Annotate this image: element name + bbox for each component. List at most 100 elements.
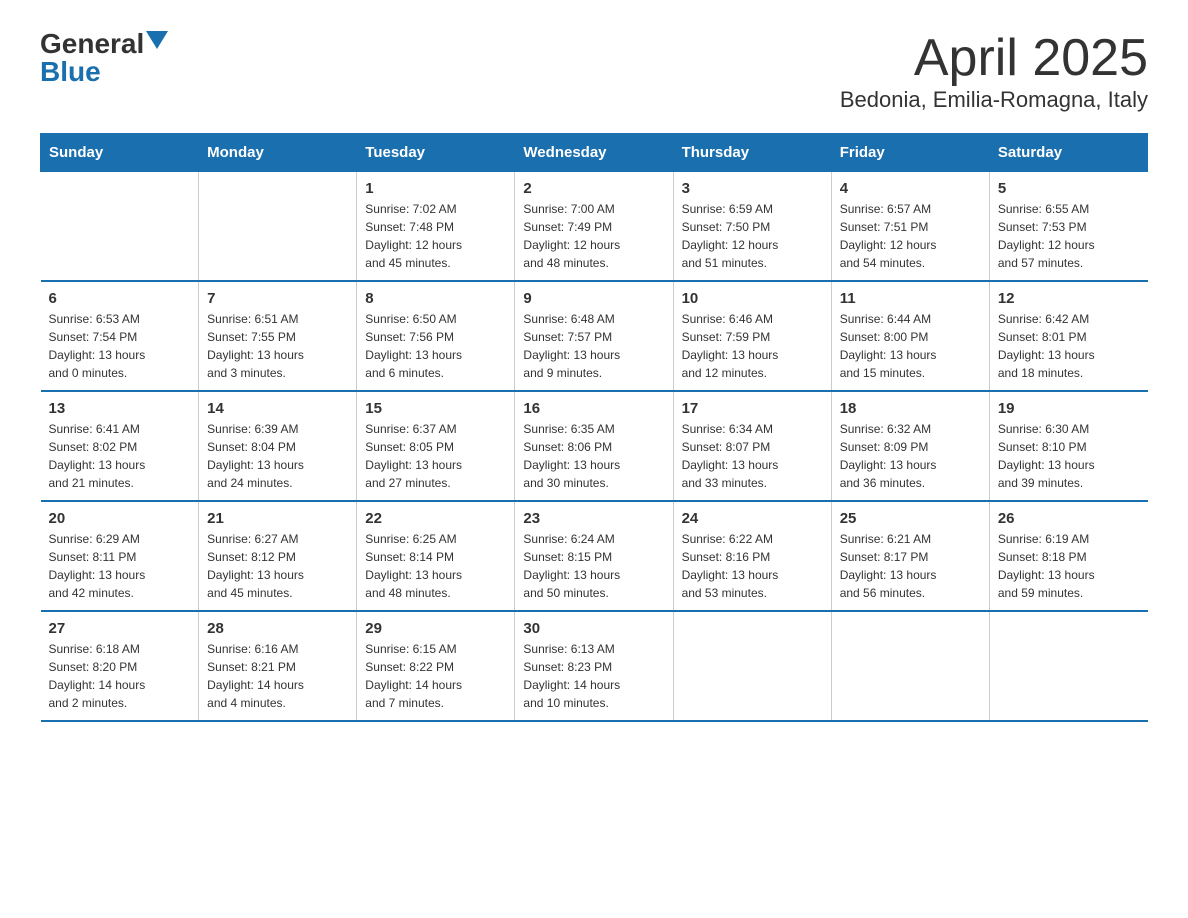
day-number: 13 [49, 400, 191, 417]
logo-general: General [40, 30, 144, 58]
day-info: Sunrise: 6:32 AM Sunset: 8:09 PM Dayligh… [840, 420, 981, 492]
day-info: Sunrise: 6:44 AM Sunset: 8:00 PM Dayligh… [840, 310, 981, 382]
day-info: Sunrise: 6:18 AM Sunset: 8:20 PM Dayligh… [49, 640, 191, 712]
day-number: 28 [207, 620, 348, 637]
location: Bedonia, Emilia-Romagna, Italy [840, 87, 1148, 113]
day-cell: 7 Sunrise: 6:51 AM Sunset: 7:55 PM Daylig… [199, 281, 357, 391]
day-info: Sunrise: 6:41 AM Sunset: 8:02 PM Dayligh… [49, 420, 191, 492]
day-cell: 14 Sunrise: 6:39 AM Sunset: 8:04 PM Dayli… [199, 391, 357, 501]
day-info: Sunrise: 6:30 AM Sunset: 8:10 PM Dayligh… [998, 420, 1140, 492]
day-info: Sunrise: 6:53 AM Sunset: 7:54 PM Dayligh… [49, 310, 191, 382]
logo-blue: Blue [40, 58, 101, 86]
day-number: 10 [682, 290, 823, 307]
day-number: 4 [840, 180, 981, 197]
day-info: Sunrise: 6:15 AM Sunset: 8:22 PM Dayligh… [365, 640, 506, 712]
day-number: 11 [840, 290, 981, 307]
day-info: Sunrise: 6:51 AM Sunset: 7:55 PM Dayligh… [207, 310, 348, 382]
day-cell: 25 Sunrise: 6:21 AM Sunset: 8:17 PM Dayli… [831, 501, 989, 611]
day-cell [41, 172, 199, 282]
day-info: Sunrise: 7:00 AM Sunset: 7:49 PM Dayligh… [523, 200, 664, 272]
day-cell: 30 Sunrise: 6:13 AM Sunset: 8:23 PM Dayli… [515, 611, 673, 721]
day-cell [673, 611, 831, 721]
day-info: Sunrise: 6:13 AM Sunset: 8:23 PM Dayligh… [523, 640, 664, 712]
day-info: Sunrise: 6:55 AM Sunset: 7:53 PM Dayligh… [998, 200, 1140, 272]
day-cell: 20 Sunrise: 6:29 AM Sunset: 8:11 PM Dayli… [41, 501, 199, 611]
day-cell: 8Sunrise: 6:50 AM Sunset: 7:56 PM Daylig… [357, 281, 515, 391]
header-thursday: Thursday [673, 134, 831, 172]
day-info: Sunrise: 6:16 AM Sunset: 8:21 PM Dayligh… [207, 640, 348, 712]
day-info: Sunrise: 6:37 AM Sunset: 8:05 PM Dayligh… [365, 420, 506, 492]
day-cell: 2 Sunrise: 7:00 AM Sunset: 7:49 PM Daylig… [515, 172, 673, 282]
day-number: 30 [523, 620, 664, 637]
week-row-0: 1Sunrise: 7:02 AM Sunset: 7:48 PM Daylig… [41, 172, 1148, 282]
calendar-table: SundayMondayTuesdayWednesdayThursdayFrid… [40, 133, 1148, 722]
page-header: General Blue April 2025 Bedonia, Emilia-… [40, 30, 1148, 113]
header-sunday: Sunday [41, 134, 199, 172]
month-title: April 2025 [840, 30, 1148, 87]
day-number: 6 [49, 290, 191, 307]
day-number: 20 [49, 510, 191, 527]
day-number: 14 [207, 400, 348, 417]
week-row-4: 27 Sunrise: 6:18 AM Sunset: 8:20 PM Dayli… [41, 611, 1148, 721]
week-row-2: 13 Sunrise: 6:41 AM Sunset: 8:02 PM Dayli… [41, 391, 1148, 501]
day-cell: 24Sunrise: 6:22 AM Sunset: 8:16 PM Dayli… [673, 501, 831, 611]
day-cell: 27 Sunrise: 6:18 AM Sunset: 8:20 PM Dayli… [41, 611, 199, 721]
week-row-3: 20 Sunrise: 6:29 AM Sunset: 8:11 PM Dayli… [41, 501, 1148, 611]
day-info: Sunrise: 6:48 AM Sunset: 7:57 PM Dayligh… [523, 310, 664, 382]
day-info: Sunrise: 6:57 AM Sunset: 7:51 PM Dayligh… [840, 200, 981, 272]
day-number: 21 [207, 510, 348, 527]
day-cell: 26 Sunrise: 6:19 AM Sunset: 8:18 PM Dayli… [989, 501, 1147, 611]
day-cell: 1Sunrise: 7:02 AM Sunset: 7:48 PM Daylig… [357, 172, 515, 282]
day-number: 22 [365, 510, 506, 527]
day-number: 1 [365, 180, 506, 197]
day-number: 23 [523, 510, 664, 527]
day-info: Sunrise: 6:46 AM Sunset: 7:59 PM Dayligh… [682, 310, 823, 382]
day-cell: 15 Sunrise: 6:37 AM Sunset: 8:05 PM Dayli… [357, 391, 515, 501]
day-cell: 23 Sunrise: 6:24 AM Sunset: 8:15 PM Dayli… [515, 501, 673, 611]
day-number: 12 [998, 290, 1140, 307]
day-number: 18 [840, 400, 981, 417]
day-number: 9 [523, 290, 664, 307]
calendar-header: SundayMondayTuesdayWednesdayThursdayFrid… [41, 134, 1148, 172]
day-number: 7 [207, 290, 348, 307]
day-info: Sunrise: 6:24 AM Sunset: 8:15 PM Dayligh… [523, 530, 664, 602]
day-info: Sunrise: 6:19 AM Sunset: 8:18 PM Dayligh… [998, 530, 1140, 602]
day-info: Sunrise: 6:34 AM Sunset: 8:07 PM Dayligh… [682, 420, 823, 492]
day-info: Sunrise: 6:22 AM Sunset: 8:16 PM Dayligh… [682, 530, 823, 602]
header-row: SundayMondayTuesdayWednesdayThursdayFrid… [41, 134, 1148, 172]
header-saturday: Saturday [989, 134, 1147, 172]
day-info: Sunrise: 6:59 AM Sunset: 7:50 PM Dayligh… [682, 200, 823, 272]
day-cell: 19 Sunrise: 6:30 AM Sunset: 8:10 PM Dayli… [989, 391, 1147, 501]
day-cell: 29 Sunrise: 6:15 AM Sunset: 8:22 PM Dayli… [357, 611, 515, 721]
day-number: 25 [840, 510, 981, 527]
header-monday: Monday [199, 134, 357, 172]
day-cell: 21 Sunrise: 6:27 AM Sunset: 8:12 PM Dayli… [199, 501, 357, 611]
day-cell: 6 Sunrise: 6:53 AM Sunset: 7:54 PM Daylig… [41, 281, 199, 391]
day-cell: 3Sunrise: 6:59 AM Sunset: 7:50 PM Daylig… [673, 172, 831, 282]
day-cell [199, 172, 357, 282]
day-cell: 13 Sunrise: 6:41 AM Sunset: 8:02 PM Dayli… [41, 391, 199, 501]
week-row-1: 6 Sunrise: 6:53 AM Sunset: 7:54 PM Daylig… [41, 281, 1148, 391]
day-number: 15 [365, 400, 506, 417]
logo-triangle-icon [146, 31, 168, 53]
day-number: 17 [682, 400, 823, 417]
day-cell: 5 Sunrise: 6:55 AM Sunset: 7:53 PM Daylig… [989, 172, 1147, 282]
day-info: Sunrise: 6:35 AM Sunset: 8:06 PM Dayligh… [523, 420, 664, 492]
day-info: Sunrise: 6:27 AM Sunset: 8:12 PM Dayligh… [207, 530, 348, 602]
day-number: 19 [998, 400, 1140, 417]
day-info: Sunrise: 6:25 AM Sunset: 8:14 PM Dayligh… [365, 530, 506, 602]
day-cell: 11 Sunrise: 6:44 AM Sunset: 8:00 PM Dayli… [831, 281, 989, 391]
day-number: 5 [998, 180, 1140, 197]
day-number: 26 [998, 510, 1140, 527]
day-number: 2 [523, 180, 664, 197]
day-number: 29 [365, 620, 506, 637]
day-cell: 10 Sunrise: 6:46 AM Sunset: 7:59 PM Dayli… [673, 281, 831, 391]
title-block: April 2025 Bedonia, Emilia-Romagna, Ital… [840, 30, 1148, 113]
header-wednesday: Wednesday [515, 134, 673, 172]
day-cell: 16Sunrise: 6:35 AM Sunset: 8:06 PM Dayli… [515, 391, 673, 501]
day-info: Sunrise: 6:21 AM Sunset: 8:17 PM Dayligh… [840, 530, 981, 602]
day-info: Sunrise: 6:29 AM Sunset: 8:11 PM Dayligh… [49, 530, 191, 602]
day-number: 27 [49, 620, 191, 637]
header-tuesday: Tuesday [357, 134, 515, 172]
day-info: Sunrise: 6:39 AM Sunset: 8:04 PM Dayligh… [207, 420, 348, 492]
